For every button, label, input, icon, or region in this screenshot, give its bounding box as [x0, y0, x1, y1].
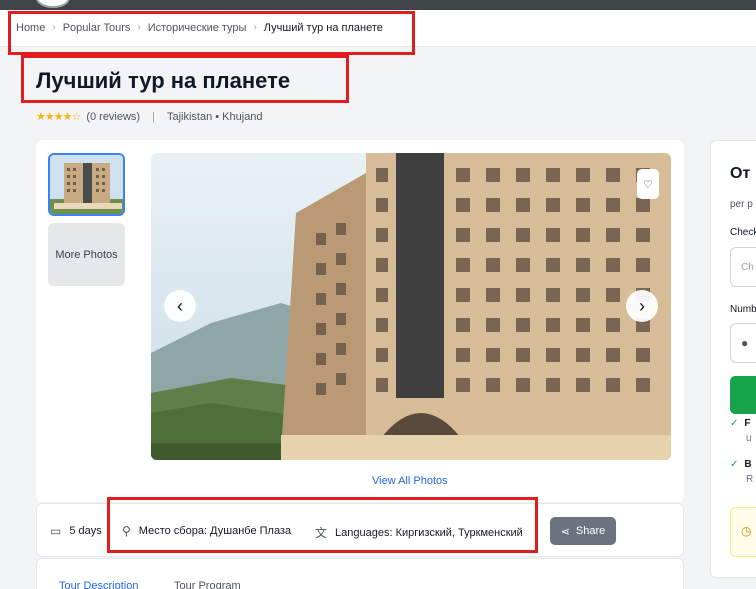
- duration-item: ▭ 5 days: [50, 524, 102, 538]
- breadcrumb-bar: Home › Popular Tours › Исторические туры…: [0, 10, 756, 47]
- book-button[interactable]: [730, 376, 756, 414]
- share-icon: ⋖: [560, 525, 570, 538]
- calendar-icon: ▭: [50, 524, 62, 538]
- breadcrumb-current: Лучший тур на планете: [263, 22, 383, 34]
- languages-item: 文 Languages: Киргизский, Туркменский: [315, 524, 523, 541]
- tour-tabs: Tour Description Tour Program: [36, 558, 684, 589]
- breadcrumb-separator: ›: [253, 22, 257, 33]
- logo-icon[interactable]: [36, 0, 70, 8]
- travelers-input[interactable]: ●: [730, 323, 756, 363]
- gallery-thumbnail[interactable]: [48, 153, 125, 216]
- person-icon: ●: [741, 336, 749, 350]
- tour-info-bar: ▭ 5 days ⚲ Место сбора: Душанбе Плаза 文 …: [36, 503, 684, 557]
- hotel-photo: [151, 153, 671, 460]
- breadcrumb: Home › Popular Tours › Исторические туры…: [16, 22, 383, 34]
- price-per-person: per p: [730, 199, 753, 210]
- translate-icon: 文: [315, 526, 328, 540]
- main-gallery-image: ‹ › ♡: [151, 153, 671, 460]
- tab-tour-description[interactable]: Tour Description: [59, 580, 138, 589]
- view-all-photos-link[interactable]: View All Photos: [372, 475, 448, 487]
- share-button[interactable]: ⋖ Share: [550, 517, 616, 545]
- gallery-next-button[interactable]: ›: [626, 290, 658, 322]
- meeting-point-item: ⚲ Место сбора: Душанбе Плаза: [122, 524, 291, 538]
- duration-text: 5 days: [69, 525, 102, 537]
- check-icon: ✓: [730, 418, 739, 429]
- breadcrumb-popular-tours[interactable]: Popular Tours: [63, 22, 131, 34]
- checkin-placeholder: Ch: [741, 262, 754, 273]
- feature-item: ✓ F u: [730, 418, 752, 444]
- breadcrumb-separator: ›: [52, 22, 56, 33]
- checkin-date-input[interactable]: Ch: [730, 247, 756, 287]
- languages-text: Languages: Киргизский, Туркменский: [335, 526, 523, 539]
- meeting-point-text: Место сбора: Душанбе Плаза: [138, 525, 292, 537]
- travelers-label: Numb: [730, 304, 756, 315]
- reviews-count[interactable]: (0 reviews): [86, 111, 140, 123]
- tab-tour-program[interactable]: Tour Program: [174, 580, 241, 589]
- top-navbar: [0, 0, 756, 10]
- gallery-prev-button[interactable]: ‹: [164, 290, 196, 322]
- more-photos-button[interactable]: More Photos: [48, 223, 125, 286]
- breadcrumb-home[interactable]: Home: [16, 22, 45, 34]
- checkin-label: Check: [730, 227, 756, 238]
- booking-panel: От per p Check Ch Numb ● ✓ F u ✓ B R ◷: [710, 140, 756, 578]
- breadcrumb-historical-tours[interactable]: Исторические туры: [148, 22, 247, 34]
- info-notice: ◷: [730, 507, 756, 557]
- meta-divider: |: [152, 110, 155, 123]
- share-label: Share: [575, 525, 606, 537]
- tour-meta: ★★★★☆ (0 reviews) | Tajikistan • Khujand: [36, 110, 263, 124]
- clock-icon: ◷: [741, 524, 752, 538]
- gallery-card: More Photos ‹ › ♡ View All Photos: [36, 140, 684, 502]
- rating-stars-icon: ★★★★☆: [36, 111, 81, 123]
- location-pin-icon: ⚲: [122, 524, 131, 538]
- page-title: Лучший тур на планете: [36, 68, 291, 93]
- hotel-thumbnail-image: [50, 155, 123, 214]
- tour-location: Tajikistan • Khujand: [166, 110, 263, 123]
- favorite-heart-icon[interactable]: ♡: [637, 169, 659, 199]
- check-icon: ✓: [730, 459, 739, 470]
- breadcrumb-separator: ›: [137, 22, 141, 33]
- price-from: От: [730, 165, 751, 182]
- feature-item: ✓ B R: [730, 459, 754, 485]
